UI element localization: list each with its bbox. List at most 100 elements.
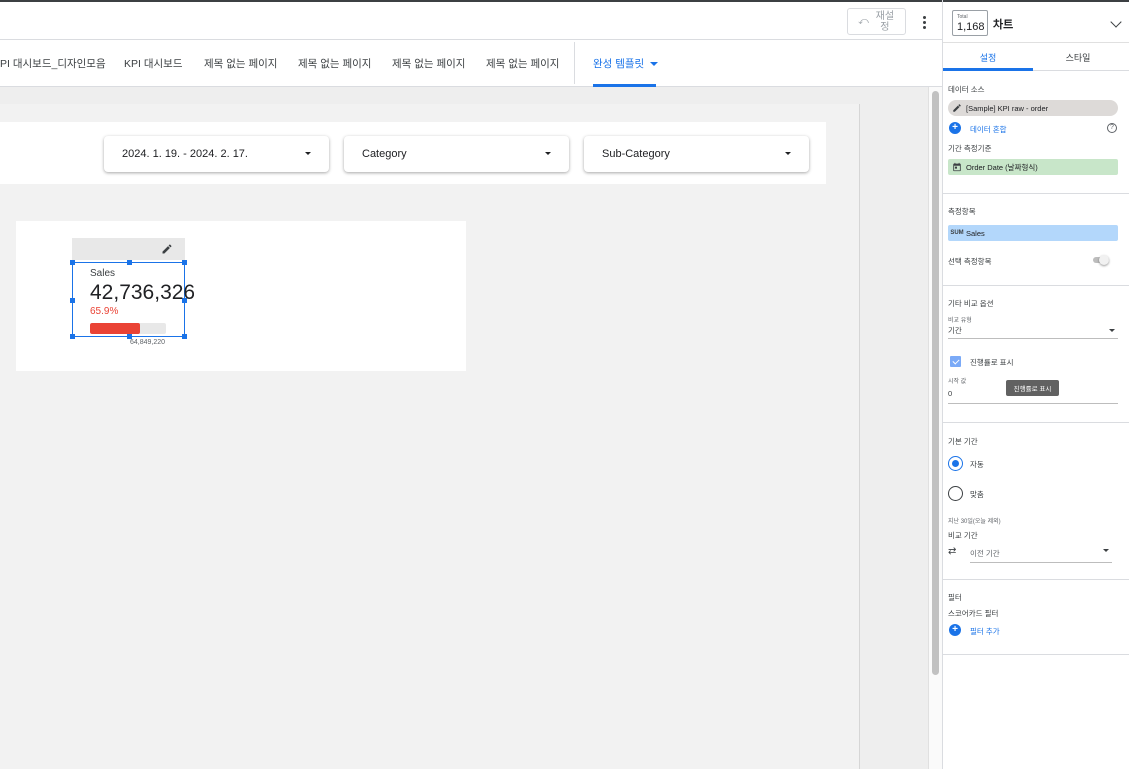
data-source-name: [Sample] KPI raw - order [966,103,1049,113]
tab-kpi-dashboard-design[interactable]: PI 대시보드_디자인모음 [0,40,106,87]
chart-type-thumbnail[interactable]: Total 1,168 [952,10,988,36]
scorecard-value: 42,736,326 [90,281,194,304]
start-value-label: 시작 값 [948,379,967,385]
auto-date-hint: 지난 30일(오늘 제외) [948,519,1001,525]
metric-name: Sales [966,228,985,238]
undo-icon: ⤺ [858,16,869,27]
date-range-control[interactable]: 2024. 1. 19. - 2024. 2. 17. [104,136,329,172]
metric-heading: 측정항목 [948,207,976,216]
top-toolbar: ⤺ 재설정 [0,0,942,40]
section-divider [943,285,1129,286]
compare-arrows-icon: ⇄ [948,546,957,557]
section-divider [943,193,1129,194]
section-divider [943,579,1129,580]
canvas-scrollbar[interactable] [928,87,942,769]
tab-untitled-page-2[interactable]: 제목 없는 페이지 [298,40,371,87]
resize-handle[interactable] [182,260,187,265]
dropdown-arrow-icon [785,152,791,155]
dropdown-arrow-icon [545,152,551,155]
tab-divider [574,42,575,84]
start-value-input[interactable]: 0 [948,389,952,398]
resize-handle[interactable] [70,298,75,303]
tab-kpi-dashboard[interactable]: KPI 대시보드 [124,40,182,87]
tab-complete-template[interactable]: 완성 템플릿 [593,40,659,87]
panel-tabs: 설정 스타일 [943,43,1129,71]
blend-data-link[interactable]: 데이터 혼합 [970,124,1007,135]
reset-button-label: 재설정 [875,10,895,33]
report-page [0,104,860,769]
optional-metrics-toggle[interactable] [1091,255,1109,265]
resize-handle[interactable] [70,260,75,265]
scorecard-progress-bar [90,323,166,334]
filter-heading: 필터 [948,593,962,602]
comparison-type-value[interactable]: 기간 [948,325,962,336]
caret-down-icon [650,61,659,66]
resize-handle[interactable] [70,334,75,339]
more-options-icon[interactable] [914,12,934,32]
comparison-type-underline [948,338,1118,339]
date-dimension-name: Order Date (날짜형식) [966,162,1038,172]
chart-header [72,238,185,260]
thumbnail-caption: Total [957,14,968,20]
tab-untitled-page-3[interactable]: 제목 없는 페이지 [392,40,465,87]
date-dimension-chip[interactable]: Order Date (날짜형식) [948,159,1118,175]
add-icon[interactable]: + [949,624,961,636]
comparison-range-label: 비교 기간 [948,531,978,540]
page-tabs: PI 대시보드_디자인모음 KPI 대시보드 제목 없는 페이지 제목 없는 페… [0,40,942,87]
scrollbar-thumb[interactable] [932,91,939,675]
section-divider [943,654,1129,655]
panel-active-tab-indicator [943,68,1033,71]
date-range-value: 2024. 1. 19. - 2024. 2. 17. [122,148,248,160]
help-icon[interactable]: ? [1107,123,1117,133]
report-canvas: 2024. 1. 19. - 2024. 2. 17. Category Sub… [0,87,928,769]
panel-header: Total 1,168 차트 [943,0,1129,43]
comparison-range-value[interactable]: 이전 기간 [970,548,1000,559]
comparison-range-underline [970,562,1112,563]
tab-setup[interactable]: 설정 [943,43,1033,71]
pencil-icon [948,103,966,113]
optional-metrics-label: 선택 측정항목 [948,257,992,266]
scorecard-progress-fill [90,323,141,334]
metric-chip[interactable]: SUM Sales [948,225,1118,241]
data-source-chip[interactable]: [Sample] KPI raw - order [948,100,1118,116]
chevron-down-icon[interactable] [1110,16,1122,28]
tab-style[interactable]: 스타일 [1033,43,1123,71]
auto-radio[interactable] [948,456,963,471]
metric-aggregation[interactable]: SUM [948,230,966,236]
date-range-dimension-heading: 기간 측정기준 [948,144,992,153]
data-source-heading: 데이터 소스 [948,85,985,94]
reset-button[interactable]: ⤺ 재설정 [847,8,906,35]
app-root: ⤺ 재설정 PI 대시보드_디자인모음 KPI 대시보드 제목 없는 페이지 제… [0,0,1129,769]
show-progress-label: 진행률로 표시 [970,358,1014,367]
tab-complete-template-label: 완성 템플릿 [593,58,645,70]
sub-category-filter[interactable]: Sub-Category [584,136,809,172]
tab-untitled-page-4[interactable]: 제목 없는 페이지 [486,40,559,87]
thumbnail-value: 1,168 [957,21,985,33]
scorecard-target-value: 64,849,220 [130,339,166,346]
resize-handle[interactable] [127,260,132,265]
category-filter[interactable]: Category [344,136,569,172]
add-filter-link[interactable]: 필터 추가 [970,626,1000,637]
custom-radio[interactable] [948,486,963,501]
resize-handle[interactable] [182,334,187,339]
dropdown-arrow-icon[interactable] [1103,549,1109,552]
add-icon[interactable]: + [949,122,961,134]
dropdown-arrow-icon [305,152,311,155]
scorecard-filter-label: 스코어카드 필터 [948,609,999,618]
dropdown-arrow-icon[interactable] [1109,329,1115,332]
tooltip: 진행률로 표시 [1006,380,1059,396]
tab-untitled-page-1[interactable]: 제목 없는 페이지 [204,40,277,87]
scorecard-metric-label: Sales [90,268,116,279]
custom-radio-label: 맞춤 [970,490,984,499]
start-value-underline [948,403,1118,404]
sub-category-filter-label: Sub-Category [602,148,670,160]
category-filter-label: Category [362,148,407,160]
comparison-options-heading: 기타 비교 옵션 [948,299,994,308]
default-date-range-heading: 기본 기간 [948,437,978,446]
calendar-icon [948,162,966,172]
edit-pencil-icon[interactable] [161,243,173,255]
auto-radio-label: 자동 [970,460,984,469]
section-divider [943,422,1129,423]
scorecard-percent: 65.9% [90,306,119,317]
show-progress-checkbox[interactable] [950,356,961,367]
